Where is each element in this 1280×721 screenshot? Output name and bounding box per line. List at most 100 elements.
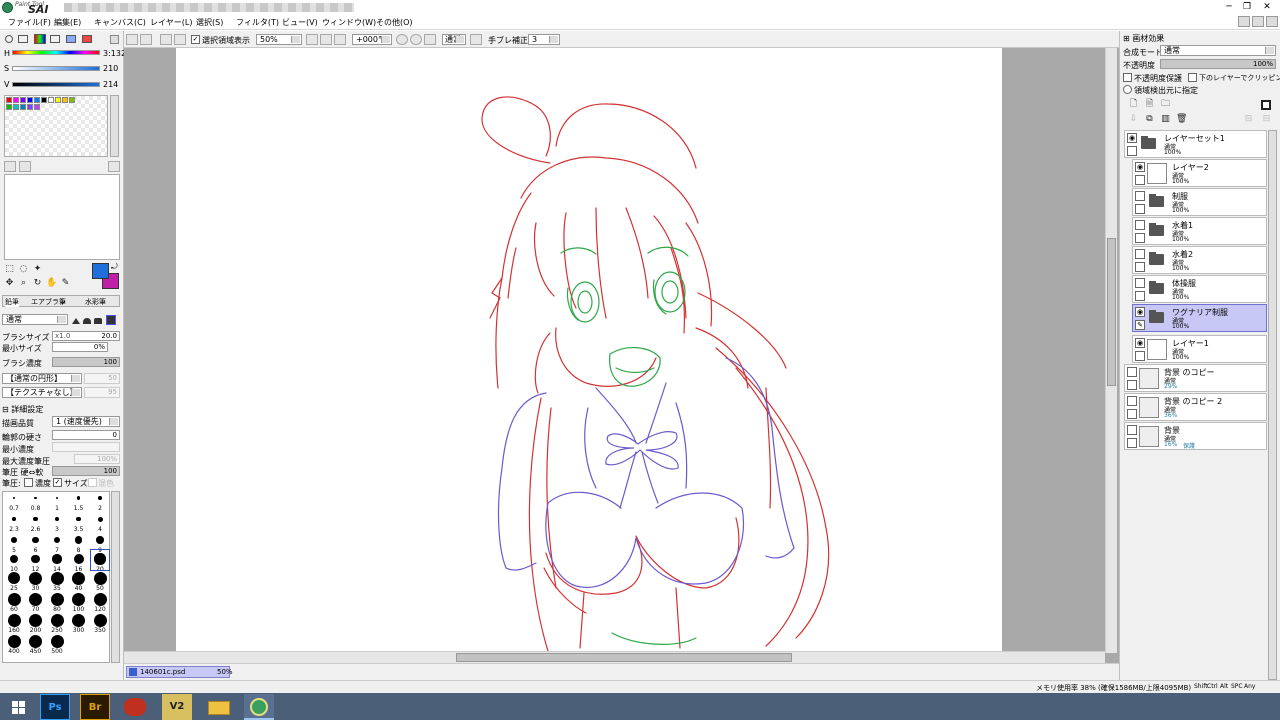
view-mode-select[interactable]: 通常 <box>442 34 466 45</box>
brush-size-dot[interactable] <box>72 571 85 585</box>
layer-eye-icon[interactable] <box>1127 367 1137 377</box>
scratch-button-1[interactable] <box>4 161 16 172</box>
layer-item[interactable]: 背景 のコピー 通常 29% <box>1124 364 1267 392</box>
layer-eye-icon[interactable] <box>1135 191 1145 201</box>
rotate-reset-button[interactable] <box>424 34 436 45</box>
menu-file[interactable]: ファイル(F) <box>8 17 51 28</box>
mixer-icon[interactable] <box>50 35 60 43</box>
preserve-opacity-checkbox[interactable] <box>1123 73 1132 82</box>
menu-window[interactable]: ウィンドウ(W) <box>322 17 376 28</box>
layer-lock-checkbox[interactable] <box>1127 380 1137 390</box>
layer-item[interactable]: 水着1 通常 100% <box>1132 217 1267 245</box>
layer-scrollbar[interactable] <box>1268 130 1277 680</box>
layer-mask-icon[interactable] <box>1261 100 1271 110</box>
layer-eye-icon[interactable] <box>1127 425 1137 435</box>
color-swatch[interactable] <box>34 104 40 110</box>
brush-size-dot[interactable] <box>93 613 107 627</box>
brush-size-dot[interactable] <box>29 613 42 627</box>
layer-item[interactable]: 背景 通常 16% 保護 <box>1124 422 1267 450</box>
layer-lock-checkbox[interactable] <box>1127 146 1137 156</box>
layer-eye-icon[interactable]: ◉ <box>1135 307 1145 317</box>
rgb-slider-icon[interactable] <box>18 35 28 43</box>
brush-size-dot[interactable] <box>76 496 81 500</box>
tip-shape-3-icon[interactable] <box>94 318 102 324</box>
select-source-radio[interactable] <box>1123 85 1132 94</box>
layer-item[interactable]: ◉ レイヤー2 通常 100% <box>1132 159 1267 187</box>
pressure-blend-checkbox[interactable] <box>88 478 97 487</box>
layer-lock-checkbox[interactable] <box>1127 438 1137 448</box>
zoom-reset-button[interactable] <box>334 34 346 45</box>
color-panel-toggle[interactable] <box>110 35 119 44</box>
tool-tab-pencil[interactable]: 鉛筆 <box>5 297 19 307</box>
bridge-icon[interactable]: Br <box>80 694 110 720</box>
brush-size-mult[interactable]: x1.0 <box>55 332 70 340</box>
brush-size-dot[interactable] <box>7 613 21 627</box>
edge-hardness-slider[interactable]: 0 <box>52 430 120 440</box>
layer-lock-checkbox[interactable] <box>1135 233 1145 243</box>
brush-size-dot[interactable] <box>93 571 107 585</box>
color-swatch[interactable] <box>20 104 26 110</box>
layer-eye-icon[interactable]: ◉ <box>1135 162 1145 172</box>
tip-shape-1-icon[interactable] <box>72 318 80 324</box>
photoshop-icon[interactable]: Ps <box>40 694 70 720</box>
menu-view[interactable]: ビュー(V) <box>282 17 318 28</box>
brush-size-dot[interactable] <box>7 634 21 648</box>
color-swatch[interactable] <box>62 97 68 103</box>
brush-size-dot[interactable] <box>50 634 64 648</box>
brush-size-dot[interactable] <box>31 554 40 564</box>
brush-size-dot[interactable] <box>53 536 61 544</box>
vertical-scroll-thumb[interactable] <box>1107 238 1116 386</box>
move-icon[interactable]: ✥ <box>4 278 15 289</box>
layer-lock-checkbox[interactable] <box>1135 175 1145 185</box>
color-swatch[interactable] <box>13 97 19 103</box>
eyedropper-icon[interactable]: ✎ <box>60 278 71 289</box>
redo-button[interactable] <box>140 34 152 45</box>
rotate-left-button[interactable] <box>396 34 408 45</box>
menu-layer[interactable]: レイヤー(L) <box>150 17 192 28</box>
brush-size-dot[interactable] <box>29 571 42 585</box>
sai-taskbar-icon[interactable] <box>244 694 274 720</box>
primary-color[interactable] <box>92 263 109 279</box>
vertical-scrollbar[interactable] <box>1105 48 1117 653</box>
explorer-icon[interactable] <box>204 694 234 720</box>
max-pressure-slider[interactable]: 100% <box>74 454 120 464</box>
transfer-down-icon[interactable]: ⇩ <box>1128 114 1139 125</box>
layer-extra-icon-1[interactable]: ⊟ <box>1243 114 1254 125</box>
tool-tab-brush[interactable]: 筆 <box>59 297 66 307</box>
blend-mode-select[interactable]: 通常 <box>1160 45 1276 56</box>
brush-size-dot[interactable] <box>52 554 62 564</box>
zoom-icon[interactable]: ⌕ <box>18 278 29 289</box>
color-swatch[interactable] <box>6 97 12 103</box>
brush-size-dot[interactable] <box>10 555 18 563</box>
color-swatch[interactable] <box>41 97 47 103</box>
color-swatch[interactable] <box>27 104 33 110</box>
tool-tab-watercolor[interactable]: 水彩筆 <box>85 297 106 307</box>
swap-colors-icon[interactable]: ⤾ <box>111 262 118 272</box>
layer-eye-icon[interactable]: ◉ <box>1127 133 1137 143</box>
density-slider[interactable]: 100 <box>52 357 120 367</box>
brush-size-dot[interactable] <box>29 634 42 648</box>
brush-size-dot[interactable] <box>7 571 21 585</box>
menu-canvas[interactable]: キャンバス(C) <box>94 17 146 28</box>
color-swatch[interactable] <box>27 97 33 103</box>
layer-eye-icon[interactable] <box>1127 396 1137 406</box>
brush-size-dot[interactable] <box>34 496 37 500</box>
min-density-slider[interactable] <box>52 442 120 452</box>
layer-lock-checkbox[interactable] <box>1135 204 1145 214</box>
color-wheel-icon[interactable] <box>5 35 13 43</box>
brush-size-dot[interactable] <box>72 613 85 627</box>
brush-size-dot[interactable] <box>72 592 85 606</box>
hand-icon[interactable]: ✋ <box>46 278 57 289</box>
magic-wand-icon[interactable]: ✦ <box>32 264 43 275</box>
brush-size-dot[interactable] <box>74 536 83 544</box>
layer-lock-checkbox[interactable] <box>1135 291 1145 301</box>
layer-eye-icon[interactable]: ◉ <box>1135 338 1145 348</box>
layer-lock-checkbox[interactable] <box>1127 409 1137 419</box>
scratch-pad[interactable] <box>4 174 120 260</box>
brush-size-dot[interactable] <box>93 592 107 606</box>
minimize-button[interactable]: ─ <box>1222 1 1236 13</box>
zoom-select[interactable]: 50% <box>256 34 302 45</box>
new-layer-icon[interactable]: 🗋 <box>1128 99 1139 110</box>
rect-select-icon[interactable]: ⬚ <box>4 264 15 275</box>
layer-item[interactable]: ◉ レイヤー1 通常 100% <box>1132 335 1267 363</box>
